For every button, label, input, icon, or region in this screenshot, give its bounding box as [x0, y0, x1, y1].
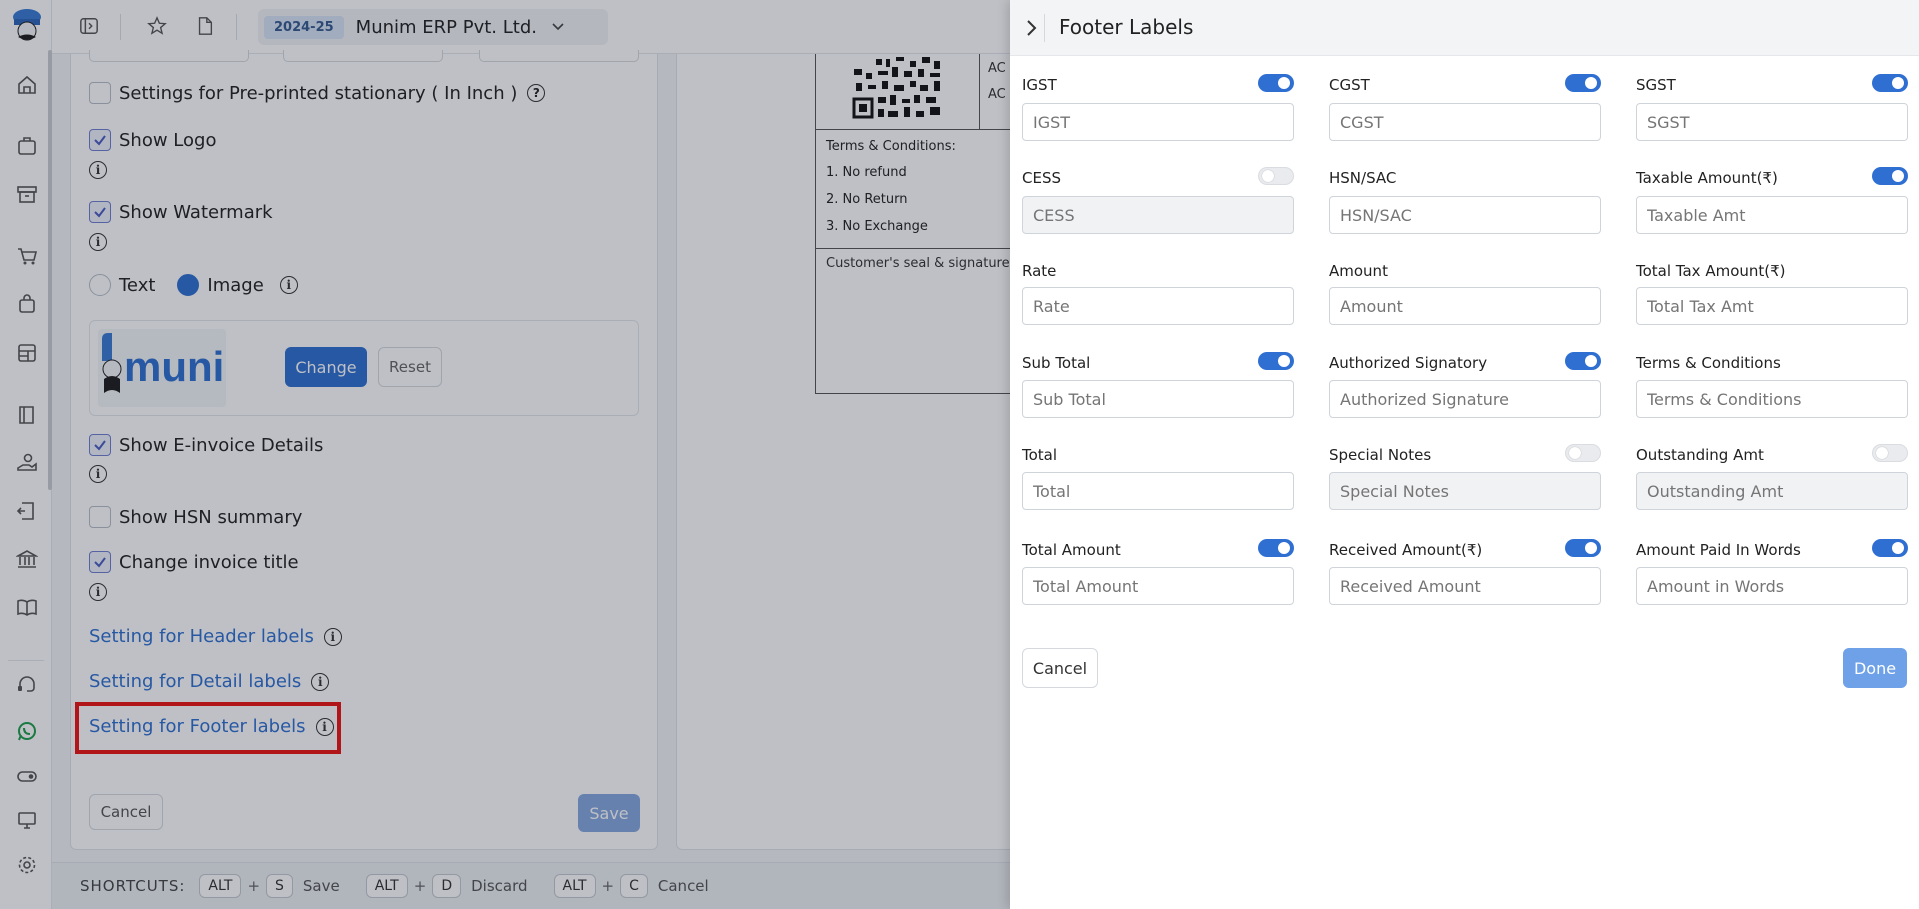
amount-input[interactable]	[1329, 287, 1601, 325]
igst-toggle[interactable]	[1258, 74, 1294, 92]
igst-label: IGST	[1022, 76, 1057, 94]
toggle-knob	[1876, 447, 1888, 459]
toggle-knob	[1278, 542, 1290, 554]
header-separator	[1044, 14, 1045, 42]
received-amount-label: Received Amount(₹)	[1329, 541, 1483, 559]
terms-conditions-label: Terms & Conditions	[1636, 354, 1781, 372]
received-amount-toggle[interactable]	[1565, 539, 1601, 557]
authorized-signatory-label: Authorized Signatory	[1329, 354, 1488, 372]
toggle-knob	[1569, 447, 1581, 459]
toggle-knob	[1585, 542, 1597, 554]
amount-paid-in-words-label: Amount Paid In Words	[1636, 541, 1801, 559]
toggle-knob	[1892, 170, 1904, 182]
igst-input[interactable]	[1022, 103, 1294, 141]
sgst-toggle[interactable]	[1872, 74, 1908, 92]
total-label: Total	[1022, 446, 1058, 464]
authorized-signatory-input[interactable]	[1329, 380, 1601, 418]
cess-label: CESS	[1022, 169, 1061, 187]
special-notes-input[interactable]	[1329, 472, 1601, 510]
terms-conditions-input[interactable]	[1636, 380, 1908, 418]
total-input[interactable]	[1022, 472, 1294, 510]
total-amount-input[interactable]	[1022, 567, 1294, 605]
sgst-label: SGST	[1636, 76, 1676, 94]
authorized-signatory-toggle[interactable]	[1565, 352, 1601, 370]
amount-paid-in-words-toggle[interactable]	[1872, 539, 1908, 557]
special-notes-label: Special Notes	[1329, 446, 1432, 464]
toggle-knob	[1278, 355, 1290, 367]
outstanding-amt-label: Outstanding Amt	[1636, 446, 1764, 464]
total-tax-amount-input[interactable]	[1636, 287, 1908, 325]
toggle-knob	[1278, 77, 1290, 89]
sgst-input[interactable]	[1636, 103, 1908, 141]
modal-backdrop[interactable]	[0, 0, 1010, 909]
cgst-label: CGST	[1329, 76, 1370, 94]
chevron-right-icon[interactable]	[1022, 18, 1042, 38]
taxable-amount-label: Taxable Amount(₹)	[1636, 169, 1778, 187]
outstanding-amt-toggle[interactable]	[1872, 444, 1908, 462]
footer-labels-drawer: Footer Labels IGST CGST SGST CESS HSN/SAC Tax…	[1010, 0, 1919, 909]
special-notes-toggle[interactable]	[1565, 444, 1601, 462]
sub-total-toggle[interactable]	[1258, 352, 1294, 370]
amount-paid-in-words-input[interactable]	[1636, 567, 1908, 605]
taxable-amount-toggle[interactable]	[1872, 167, 1908, 185]
sub-total-label: Sub Total	[1022, 354, 1091, 372]
drawer-header: Footer Labels	[1010, 0, 1919, 56]
cess-input[interactable]	[1022, 196, 1294, 234]
drawer-title: Footer Labels	[1059, 15, 1194, 39]
toggle-knob	[1585, 355, 1597, 367]
total-amount-toggle[interactable]	[1258, 539, 1294, 557]
drawer-done-button[interactable]: Done	[1843, 648, 1907, 688]
hsn-sac-label: HSN/SAC	[1329, 169, 1397, 187]
total-tax-amount-label: Total Tax Amount(₹)	[1636, 262, 1786, 280]
toggle-knob	[1892, 542, 1904, 554]
amount-label: Amount	[1329, 262, 1388, 280]
hsn-sac-input[interactable]	[1329, 196, 1601, 234]
drawer-cancel-button[interactable]: Cancel	[1022, 648, 1098, 688]
cgst-toggle[interactable]	[1565, 74, 1601, 92]
cess-toggle[interactable]	[1258, 167, 1294, 185]
received-amount-input[interactable]	[1329, 567, 1601, 605]
toggle-knob	[1262, 170, 1274, 182]
rate-label: Rate	[1022, 262, 1057, 280]
cgst-input[interactable]	[1329, 103, 1601, 141]
rate-input[interactable]	[1022, 287, 1294, 325]
taxable-amount-input[interactable]	[1636, 196, 1908, 234]
toggle-knob	[1892, 77, 1904, 89]
total-amount-label: Total Amount	[1022, 541, 1121, 559]
toggle-knob	[1585, 77, 1597, 89]
sub-total-input[interactable]	[1022, 380, 1294, 418]
outstanding-amt-input[interactable]	[1636, 472, 1908, 510]
